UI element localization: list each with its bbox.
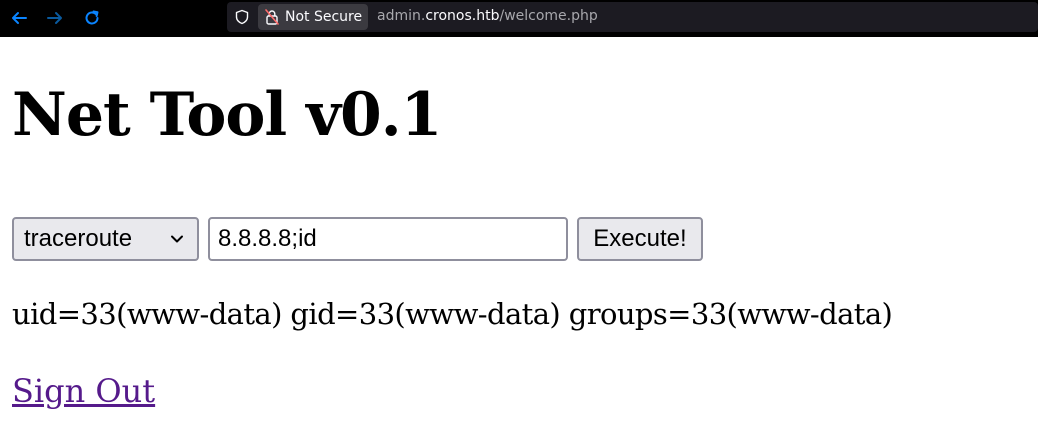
command-select-value: traceroute — [24, 225, 133, 252]
url-domain: cronos.htb — [425, 8, 500, 24]
execute-button[interactable]: Execute! — [577, 217, 703, 261]
lock-slash-icon — [265, 9, 279, 25]
url-text[interactable]: admin.cronos.htb/welcome.php — [377, 8, 598, 24]
shield-icon[interactable] — [234, 9, 250, 25]
url-subdomain: admin. — [377, 8, 426, 24]
arrow-left-icon — [12, 12, 27, 24]
chevron-down-icon — [171, 235, 183, 243]
forward-button[interactable] — [43, 6, 67, 30]
sign-out-link[interactable]: Sign Out — [12, 372, 155, 410]
url-path: /welcome.php — [499, 8, 598, 24]
page-title: Net Tool v0.1 — [12, 80, 442, 150]
command-select[interactable]: traceroute — [12, 217, 199, 261]
browser-toolbar: Not Secure admin.cronos.htb/welcome.php — [0, 0, 1038, 37]
host-input[interactable] — [208, 217, 568, 261]
command-output: uid=33(www-data) gid=33(www-data) groups… — [12, 297, 893, 331]
security-indicator[interactable]: Not Secure — [258, 4, 368, 30]
page-content: Net Tool v0.1 traceroute Execute! uid=33… — [0, 37, 1038, 433]
arrow-right-icon — [47, 12, 62, 24]
reload-icon — [85, 10, 99, 25]
security-label: Not Secure — [285, 9, 363, 25]
back-button[interactable] — [7, 6, 31, 30]
address-bar[interactable]: Not Secure admin.cronos.htb/welcome.php — [227, 2, 1038, 32]
reload-button[interactable] — [80, 6, 104, 30]
